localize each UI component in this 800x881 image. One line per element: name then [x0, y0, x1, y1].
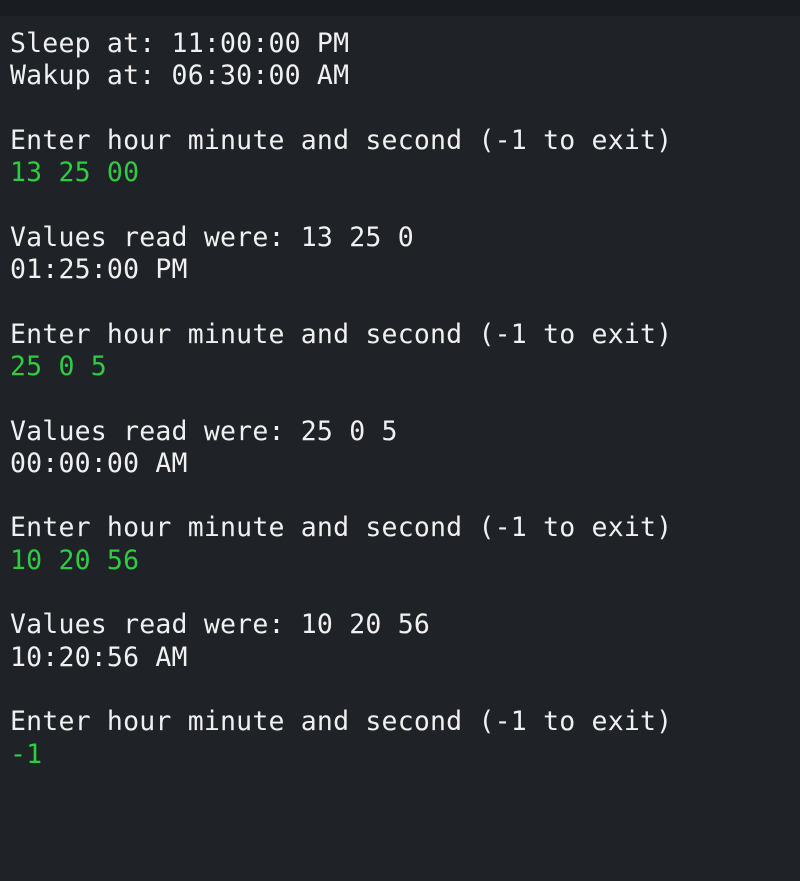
console-input-line: 10 20 56 [10, 544, 140, 576]
console-output-line: Values read were: 13 25 0 [10, 221, 414, 253]
console-output-line: Values read were: 10 20 56 [10, 609, 431, 641]
console-output: Sleep at: 11:00:00 PM Wakup at: 06:30:00 … [10, 28, 672, 771]
console-output-line: Sleep at: 11:00:00 PM [10, 28, 350, 59]
console-output-line: Enter hour minute and second (-1 to exit… [10, 124, 673, 156]
console-input-line: 25 0 5 [10, 350, 107, 382]
console-output-line: 00:00:00 AM [10, 447, 188, 479]
console-output-line: Enter hour minute and second (-1 to exit… [10, 512, 673, 544]
console-output-line: Enter hour minute and second (-1 to exit… [10, 706, 673, 738]
console-input-line: -1 [10, 738, 43, 770]
console-output-line: 01:25:00 PM [10, 254, 188, 286]
console-output-line: 10:20:56 AM [10, 641, 188, 673]
console-output-line: Values read were: 25 0 5 [10, 415, 398, 447]
console-input-line: 13 25 00 [10, 157, 140, 189]
console-output-line: Enter hour minute and second (-1 to exit… [10, 318, 673, 350]
top-bar [0, 0, 800, 16]
console-output-line: Wakup at: 06:30:00 AM [10, 60, 350, 92]
